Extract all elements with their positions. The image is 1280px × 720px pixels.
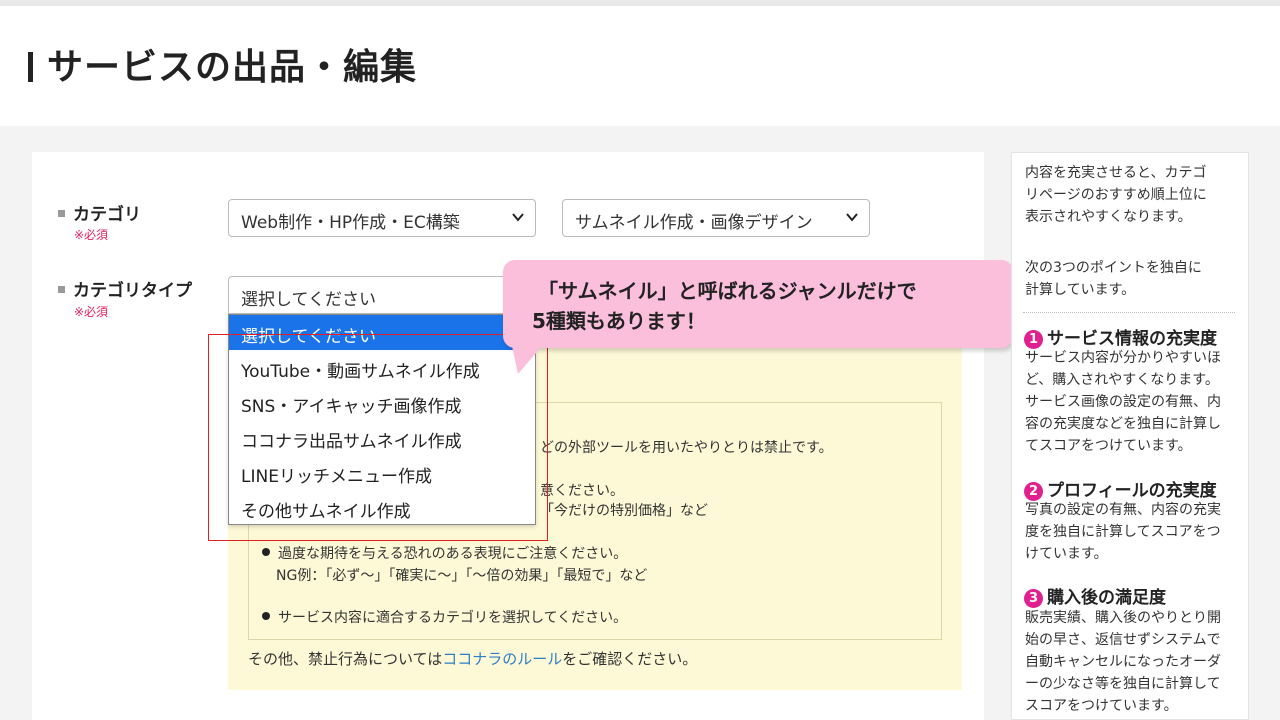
- dropdown-option[interactable]: LINEリッチメニュー作成: [229, 455, 535, 490]
- dropdown-option[interactable]: ココナラ出品サムネイル作成: [229, 420, 535, 455]
- category-type-required: ※必須: [74, 305, 109, 319]
- side-point-3-title: 購入後の満足度: [1047, 588, 1166, 608]
- side-line: 度を独自に計算してスコアをつ: [1025, 524, 1221, 540]
- category-label: カテゴリ: [58, 200, 141, 225]
- category-label-text: カテゴリ: [73, 205, 141, 225]
- category-type-label: カテゴリタイプ: [58, 276, 192, 301]
- side-line: ど、購入されやすくなります。: [1025, 372, 1219, 388]
- chevron-down-icon: [512, 213, 524, 222]
- label-square-icon: [58, 210, 65, 217]
- side-point-3-body: 販売実績、購入後のやりとり開 始の早さ、返信せずシステムで 自動キャンセルになっ…: [1025, 607, 1221, 717]
- side-points-intro: 次の3つのポイントを独自に 計算しています。: [1025, 257, 1202, 301]
- category-type-select[interactable]: 選択してください: [228, 276, 536, 314]
- notice-item-2-text: 過度な期待を与える恐れのある表現にご注意ください。: [278, 546, 628, 562]
- side-line: 写真の設定の有無、内容の充実: [1025, 502, 1221, 518]
- category-select-2[interactable]: サムネイル作成・画像デザイン: [562, 199, 870, 237]
- side-point-2-title: プロフィールの充実度: [1047, 481, 1217, 501]
- side-point-1-title: サービス情報の充実度: [1047, 329, 1217, 349]
- dropdown-option[interactable]: YouTube・動画サムネイル作成: [229, 350, 535, 385]
- side-line: 始の早さ、返信せずシステムで: [1025, 632, 1221, 648]
- side-point-1-heading: 1 サービス情報の充実度: [1024, 324, 1217, 349]
- page-title: サービスの出品・編集: [28, 38, 417, 90]
- dropdown-option[interactable]: SNS・アイキャッチ画像作成: [229, 385, 535, 420]
- rules-link[interactable]: ココナラのルール: [442, 650, 562, 668]
- notice-item-2-example: NG例：「必ず〜」「確実に〜」「〜倍の効果」「最短で」など: [276, 568, 648, 584]
- side-line: てスコアをつけています。: [1025, 438, 1192, 454]
- rule-suffix: をご確認ください。: [562, 650, 698, 668]
- side-point-2-body: 写真の設定の有無、内容の充実 度を独自に計算してスコアをつ けています。: [1025, 499, 1221, 565]
- bullet-icon: [262, 548, 270, 556]
- dropdown-option[interactable]: その他サムネイル作成: [229, 490, 535, 525]
- side-point-1-body: サービス内容が分かりやすいほ ど、購入されやすくなります。 サービス画像の設定の…: [1025, 347, 1221, 457]
- notice-item-3: サービス内容に適合するカテゴリを選択してください。: [262, 607, 627, 627]
- side-intro-line: 内容を充実させると、カテゴ: [1025, 165, 1207, 181]
- side-intro-line: リページのおすすめ順上位に: [1025, 187, 1207, 203]
- callout-tail: [512, 346, 542, 374]
- category-type-select-value: 選択してください: [241, 290, 376, 310]
- callout-line-1: 「サムネイル」と呼ばれるジャンルだけで: [538, 279, 917, 303]
- notice-partial-2: 意ください。: [540, 483, 624, 499]
- category-required: ※必須: [74, 228, 109, 242]
- side-line: サービス画像の設定の有無、内: [1025, 394, 1221, 410]
- side-intro-line: 表示されやすくなります。: [1025, 209, 1192, 225]
- category-type-dropdown: 選択してください YouTube・動画サムネイル作成 SNS・アイキャッチ画像作…: [228, 314, 536, 525]
- title-bar-decoration: [28, 52, 33, 82]
- bullet-icon: [262, 612, 270, 620]
- category-select-1-value: Web制作・HP作成・EC構築: [241, 213, 460, 233]
- dropdown-option[interactable]: 選択してください: [229, 315, 535, 350]
- side-line: サービス内容が分かりやすいほ: [1025, 350, 1221, 366]
- rule-sentence: その他、禁止行為についてはココナラのルールをご確認ください。: [248, 648, 697, 669]
- notice-partial-1: どの外部ツールを用いたやりとりは禁止です。: [540, 440, 833, 456]
- side-point-3-heading: 3 購入後の満足度: [1024, 583, 1166, 608]
- chevron-down-icon: [846, 213, 858, 222]
- side-line: ーの少なさ等を独自に計算して: [1025, 676, 1221, 692]
- side-divider: [1023, 312, 1235, 313]
- side-point-2-heading: 2 プロフィールの充実度: [1024, 476, 1217, 501]
- notice-partial-3: 「今だけの特別価格」など: [540, 503, 708, 519]
- side-points-line: 次の3つのポイントを独自に: [1025, 260, 1202, 276]
- notice-item-2: 過度な期待を与える恐れのある表現にご注意ください。: [262, 543, 627, 563]
- side-line: スコアをつけています。: [1025, 698, 1178, 714]
- side-line: 自動キャンセルになったオーダ: [1025, 654, 1221, 670]
- callout-line-2: 5種類もあります！: [532, 309, 706, 333]
- number-3-icon: 3: [1024, 589, 1043, 608]
- side-intro: 内容を充実させると、カテゴ リページのおすすめ順上位に 表示されやすくなります。: [1025, 162, 1207, 228]
- label-square-icon: [58, 286, 65, 293]
- rule-prefix: その他、禁止行為については: [248, 650, 443, 668]
- callout-text: 「サムネイル」と呼ばれるジャンルだけで 5種類もあります！: [532, 276, 917, 336]
- category-select-2-value: サムネイル作成・画像デザイン: [575, 213, 813, 233]
- side-line: 販売実績、購入後のやりとり開: [1025, 610, 1221, 626]
- category-type-label-text: カテゴリタイプ: [73, 281, 192, 301]
- side-line: けています。: [1025, 546, 1108, 562]
- notice-item-3-text: サービス内容に適合するカテゴリを選択してください。: [278, 610, 628, 626]
- page-title-text: サービスの出品・編集: [47, 47, 418, 88]
- side-line: 容の充実度などを独自に計算し: [1025, 416, 1221, 432]
- category-select-1[interactable]: Web制作・HP作成・EC構築: [228, 199, 536, 237]
- side-points-line: 計算しています。: [1025, 282, 1136, 298]
